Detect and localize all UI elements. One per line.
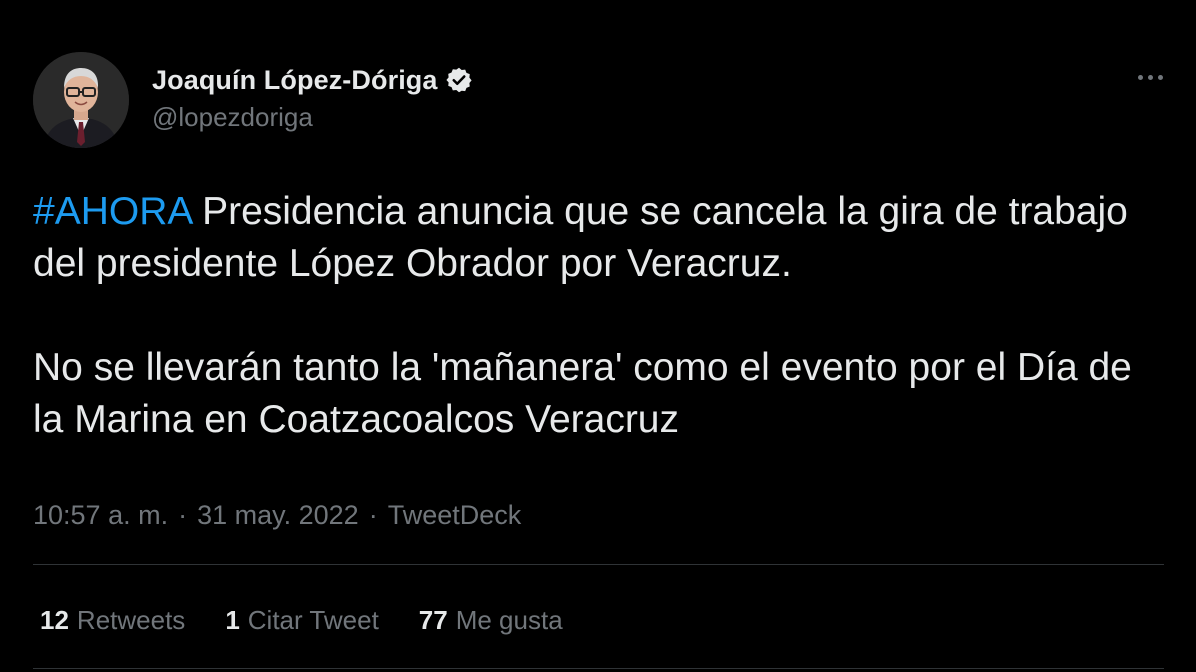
- likes-count: 77: [418, 604, 448, 635]
- more-options-icon[interactable]: [1130, 62, 1170, 92]
- tweet-source[interactable]: TweetDeck: [388, 500, 522, 531]
- likes-stat[interactable]: 77 Me gusta: [419, 605, 563, 636]
- tweet-text: #AHORA Presidencia anuncia que se cancel…: [33, 186, 1173, 446]
- quotes-stat[interactable]: 1 Citar Tweet: [225, 605, 378, 636]
- retweets-stat[interactable]: 12 Retweets: [40, 605, 185, 636]
- profile-photo-icon: [33, 52, 129, 148]
- tweet-time[interactable]: 10:57 a. m.: [33, 500, 168, 531]
- quotes-count: 1: [225, 604, 240, 635]
- author-block: Joaquín López-Dóriga @lopezdoriga: [152, 60, 473, 133]
- divider: [33, 668, 1164, 669]
- author-display-name[interactable]: Joaquín López-Dóriga: [152, 65, 438, 96]
- quotes-label: Citar Tweet: [247, 604, 379, 635]
- tweet-stats: 12 Retweets 1 Citar Tweet 77 Me gusta: [40, 600, 603, 640]
- likes-label: Me gusta: [455, 604, 563, 635]
- tweet-paragraph-1: #AHORA Presidencia anuncia que se cancel…: [33, 186, 1173, 290]
- name-row: Joaquín López-Dóriga: [152, 60, 473, 100]
- meta-separator: ·: [178, 499, 188, 530]
- avatar[interactable]: [33, 52, 129, 148]
- tweet-meta: 10:57 a. m. · 31 may. 2022 · TweetDeck: [33, 495, 521, 535]
- author-handle[interactable]: @lopezdoriga: [152, 102, 473, 133]
- verified-badge-icon: [445, 66, 473, 94]
- retweets-count: 12: [40, 604, 69, 635]
- divider: [33, 564, 1164, 565]
- hashtag-link[interactable]: #AHORA: [33, 190, 191, 233]
- tweet-date[interactable]: 31 may. 2022: [197, 500, 359, 531]
- tweet-paragraph-1-text: Presidencia anuncia que se cancela la gi…: [33, 190, 1128, 285]
- retweets-label: Retweets: [76, 604, 186, 635]
- tweet-paragraph-2: No se llevarán tanto la 'mañanera' como …: [33, 346, 1132, 441]
- meta-separator: ·: [368, 499, 378, 530]
- tweet-card: Joaquín López-Dóriga @lopezdoriga #AHORA…: [0, 0, 1196, 672]
